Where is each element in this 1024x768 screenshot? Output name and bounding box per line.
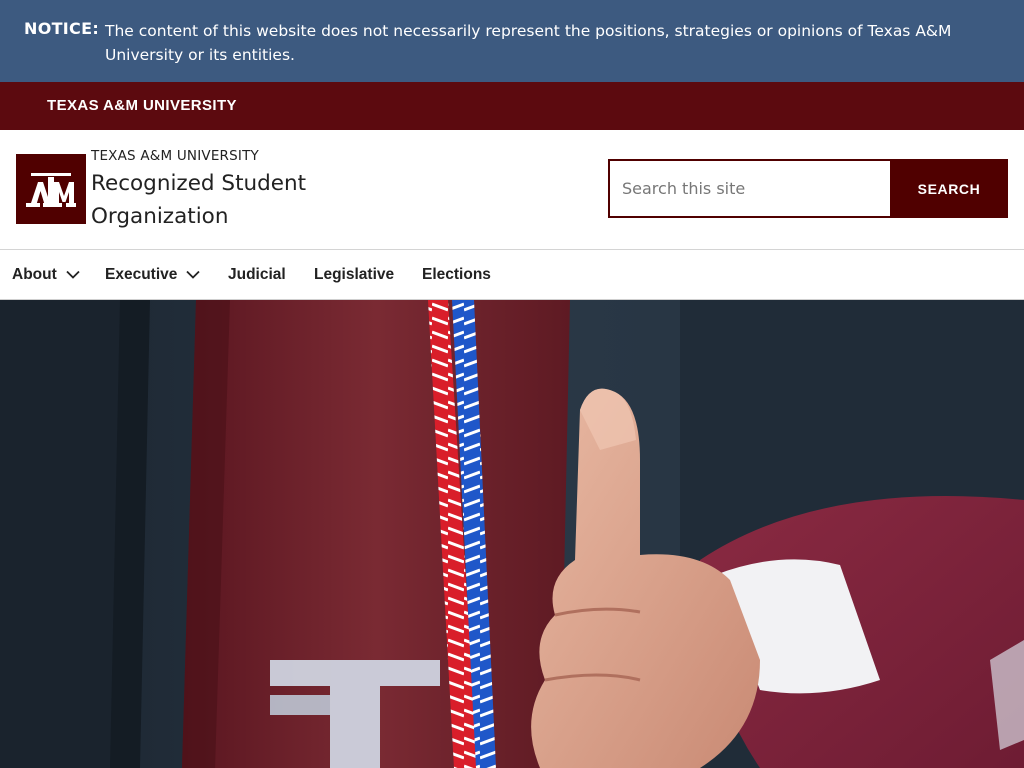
search-button[interactable]: SEARCH [890,159,1008,218]
site-title[interactable]: Recognized Student Organization [91,167,351,233]
nav-item-about[interactable]: About [12,250,80,300]
nav-item-label: Executive [105,266,178,283]
atm-logo[interactable] [16,154,86,224]
hero-image [0,300,1024,768]
site-header: TEXAS A&M UNIVERSITY Recognized Student … [0,130,1024,250]
search-form: SEARCH [608,159,1008,218]
search-input[interactable] [608,159,891,218]
nav-item-label: Legislative [314,266,395,283]
notice-label: NOTICE: [24,19,100,38]
graduate-thumbs-up-photo [0,300,1024,768]
chevron-down-icon [186,266,201,284]
site-eyebrow: TEXAS A&M UNIVERSITY [91,148,259,164]
nav-item-label: About [12,266,57,283]
nav-item-executive[interactable]: Executive [105,250,201,300]
chevron-down-icon [66,266,80,284]
main-nav: About Executive Judicial Legislative Ele… [0,250,1024,300]
nav-item-legislative[interactable]: Legislative [314,250,394,300]
notice-banner: NOTICE: The content of this website does… [0,0,1024,82]
nav-item-label: Elections [422,266,491,283]
nav-item-label: Judicial [228,266,286,283]
university-home-link[interactable]: TEXAS A&M UNIVERSITY [47,97,237,114]
university-bar: TEXAS A&M UNIVERSITY [0,82,1024,130]
notice-text: The content of this website does not nec… [105,22,952,64]
nav-item-judicial[interactable]: Judicial [228,250,286,300]
nav-item-elections[interactable]: Elections [422,250,491,300]
atm-logo-icon [16,154,86,224]
